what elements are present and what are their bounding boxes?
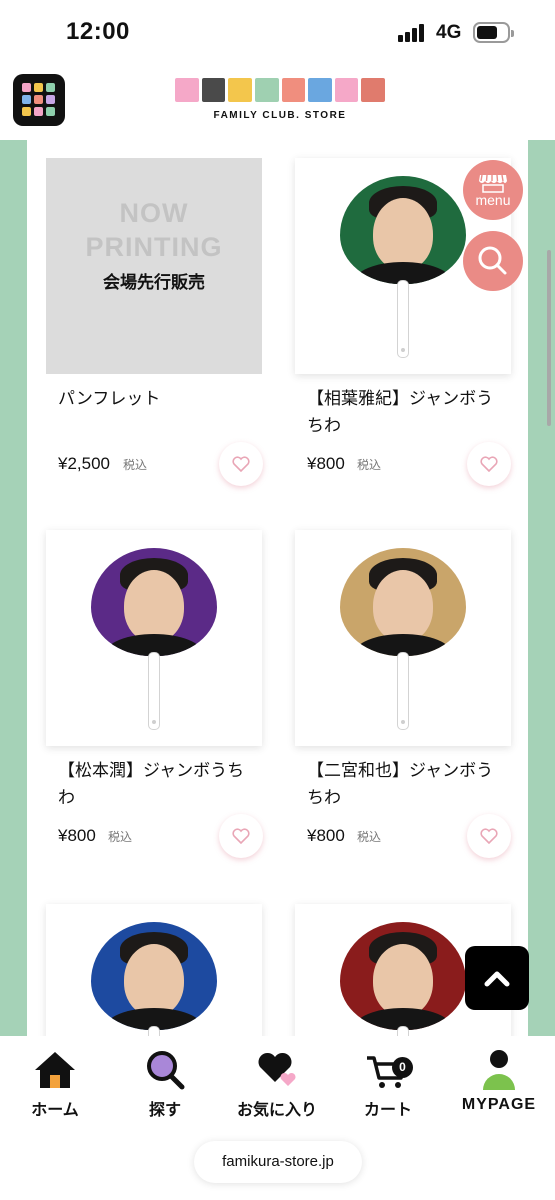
status-bar: 12:00 4G <box>0 0 555 66</box>
menu-label: menu <box>475 192 511 208</box>
product-card[interactable] <box>46 904 262 1036</box>
battery-icon <box>473 22 514 43</box>
user-icon <box>483 1050 515 1090</box>
product-price: ¥2,500 <box>58 454 110 473</box>
status-time: 12:00 <box>66 18 130 45</box>
heart-icon <box>232 456 250 472</box>
product-price: ¥800 <box>307 826 345 845</box>
uchiwa-image <box>91 922 217 1036</box>
nav-label: カート <box>363 1100 412 1119</box>
url-text: famikura-store.jp <box>222 1153 334 1170</box>
placeholder-text: PRINTING <box>85 232 223 262</box>
search-icon <box>147 1051 185 1090</box>
product-title[interactable]: 【相葉雅紀】ジャンボうちわ <box>307 386 507 440</box>
product-title[interactable]: 【二宮和也】ジャンボうちわ <box>307 758 507 812</box>
product-image-placeholder[interactable]: NOW PRINTING 会場先行販売 <box>46 158 262 374</box>
product-image[interactable] <box>46 530 262 746</box>
tax-label: 税込 <box>108 830 133 844</box>
uchiwa-image <box>340 176 466 358</box>
product-price: ¥800 <box>58 826 96 845</box>
favorite-button[interactable] <box>467 442 511 486</box>
nav-item-search[interactable]: 探す <box>110 1048 220 1128</box>
product-card[interactable]: NOW PRINTING 会場先行販売 パンフレット ¥2,500 税込 <box>46 158 263 488</box>
nav-label: MYPAGE <box>461 1096 537 1113</box>
product-card[interactable]: 【松本潤】ジャンボうちわ ¥800 税込 <box>46 530 263 860</box>
tax-label: 税込 <box>357 458 382 472</box>
heart-icon <box>232 828 250 844</box>
placeholder-text: NOW <box>119 198 189 228</box>
uchiwa-image <box>91 548 217 730</box>
network-type: 4G <box>436 22 462 43</box>
nav-item-home[interactable]: ホーム <box>0 1048 110 1128</box>
uchiwa-image <box>340 922 466 1036</box>
product-title[interactable]: 【松本潤】ジャンボうちわ <box>58 758 258 812</box>
nav-label: ホーム <box>31 1100 79 1119</box>
category-grid-button[interactable] <box>13 74 65 126</box>
product-grid: NOW PRINTING 会場先行販売 パンフレット ¥2,500 税込 【相葉… <box>27 140 528 1036</box>
product-card[interactable]: 【二宮和也】ジャンボうちわ ¥800 税込 <box>295 530 511 860</box>
product-image[interactable] <box>46 904 262 1036</box>
scroll-to-top-button[interactable] <box>465 946 529 1010</box>
heart-icon <box>480 456 498 472</box>
nav-item-mypage[interactable]: MYPAGE <box>444 1048 554 1128</box>
search-icon <box>478 246 507 275</box>
nav-item-favorites[interactable]: お気に入り <box>222 1048 332 1128</box>
scrollbar[interactable] <box>547 250 551 426</box>
home-icon <box>35 1052 75 1088</box>
tax-label: 税込 <box>357 830 382 844</box>
favorite-button[interactable] <box>219 442 263 486</box>
browser-url-bar[interactable]: famikura-store.jp <box>194 1141 362 1183</box>
logo-subtitle: FAMILY CLUB. STORE <box>213 110 347 121</box>
preorder-badge: 会場先行販売 <box>103 273 205 293</box>
menu-button[interactable]: menu <box>463 160 523 220</box>
cart-count-badge: 0 <box>392 1057 413 1078</box>
product-image[interactable] <box>295 530 511 746</box>
product-title[interactable]: パンフレット <box>58 386 258 413</box>
site-header: FAMILY CLUB. STORE <box>0 66 555 140</box>
shop-awning-icon <box>479 174 507 193</box>
product-price: ¥800 <box>307 454 345 473</box>
store-logo[interactable]: FAMILY CLUB. STORE <box>175 78 385 122</box>
logo-wordmark <box>175 78 385 106</box>
uchiwa-image <box>340 548 466 730</box>
search-button[interactable] <box>463 231 523 291</box>
chevron-up-icon <box>484 971 510 987</box>
heart-icon <box>480 828 498 844</box>
tax-label: 税込 <box>123 458 148 472</box>
nav-label: お気に入り <box>236 1100 317 1119</box>
cart-icon <box>367 1056 407 1088</box>
nav-label: 探す <box>148 1100 181 1119</box>
favorites-icon <box>258 1052 296 1086</box>
favorite-button[interactable] <box>219 814 263 858</box>
nav-item-cart[interactable]: 0 カート <box>333 1048 443 1128</box>
favorite-button[interactable] <box>467 814 511 858</box>
signal-strength-icon <box>398 24 428 42</box>
